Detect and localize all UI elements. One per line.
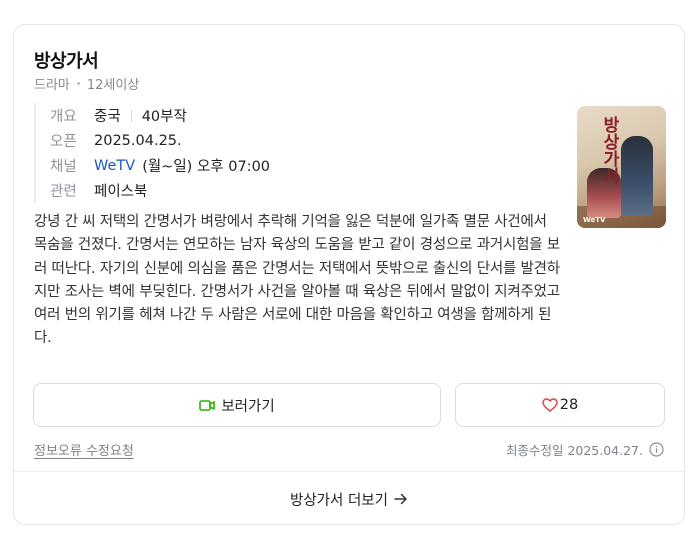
drama-title[interactable]: 방상가서 bbox=[34, 47, 99, 73]
report-error-link[interactable]: 정보오류 수정요청 bbox=[34, 440, 134, 459]
poster-watermark: WeTV bbox=[583, 216, 606, 224]
like-count: 28 bbox=[559, 397, 579, 413]
genre-label: 드라마 bbox=[34, 78, 70, 93]
heart-icon bbox=[542, 398, 558, 412]
info-key: 개요 bbox=[50, 109, 77, 125]
value-separator bbox=[130, 109, 132, 122]
arrow-right-icon bbox=[394, 493, 407, 505]
age-rating: 12세이상 bbox=[86, 78, 140, 93]
last-updated-text: 최종수정일 2025.04.27. bbox=[505, 443, 643, 458]
info-icon[interactable] bbox=[649, 442, 664, 457]
poster-image[interactable]: 방상가서 WeTV bbox=[577, 106, 666, 228]
video-camera-icon bbox=[199, 399, 216, 411]
open-date: 2025.04.25. bbox=[94, 132, 182, 149]
poster-figure-male bbox=[621, 136, 653, 216]
broadcast-time: (월~일) 오후 07:00 bbox=[142, 159, 271, 175]
more-link-label: 방상가서 더보기 bbox=[290, 492, 388, 509]
info-row-overview: 개요 중국 40부작 bbox=[50, 103, 270, 128]
info-row-related: 관련 페이스북 bbox=[50, 178, 270, 203]
poster-title-text: 방상가서 bbox=[599, 116, 619, 184]
info-key: 오픈 bbox=[50, 134, 77, 150]
facebook-link[interactable]: 페이스북 bbox=[94, 180, 147, 201]
episode-count: 40부작 bbox=[141, 109, 187, 125]
info-row-channel: 채널 WeTV (월~일) 오후 07:00 bbox=[50, 153, 270, 178]
info-list: 개요 중국 40부작 오픈 2025.04.25. 채널 WeTV (월~일) … bbox=[34, 103, 270, 203]
watch-button-label: 보러가기 bbox=[221, 398, 275, 415]
like-button[interactable]: 28 bbox=[455, 383, 665, 427]
last-updated: 최종수정일 2025.04.27. bbox=[506, 440, 664, 459]
synopsis-text: 강녕 간 씨 저택의 간명서가 벼랑에서 추락해 기억을 잃은 덕분에 일가족 … bbox=[34, 214, 560, 347]
info-key: 관련 bbox=[50, 184, 77, 200]
info-value: 중국 40부작 bbox=[94, 105, 187, 126]
drama-subinfo: 드라마 12세이상 bbox=[34, 74, 139, 93]
info-row-open: 오픈 2025.04.25. bbox=[50, 128, 270, 153]
channel-link[interactable]: WeTV bbox=[94, 158, 135, 174]
info-key: 채널 bbox=[50, 159, 77, 175]
more-link[interactable]: 방상가서 더보기 bbox=[14, 472, 684, 526]
info-value: WeTV (월~일) 오후 07:00 bbox=[94, 155, 270, 176]
country: 중국 bbox=[94, 109, 121, 125]
watch-button[interactable]: 보러가기 bbox=[33, 383, 441, 427]
separator-dot bbox=[76, 82, 80, 85]
drama-info-card: 방상가서 드라마 12세이상 개요 중국 40부작 오픈 2025.04.25.… bbox=[13, 24, 685, 525]
